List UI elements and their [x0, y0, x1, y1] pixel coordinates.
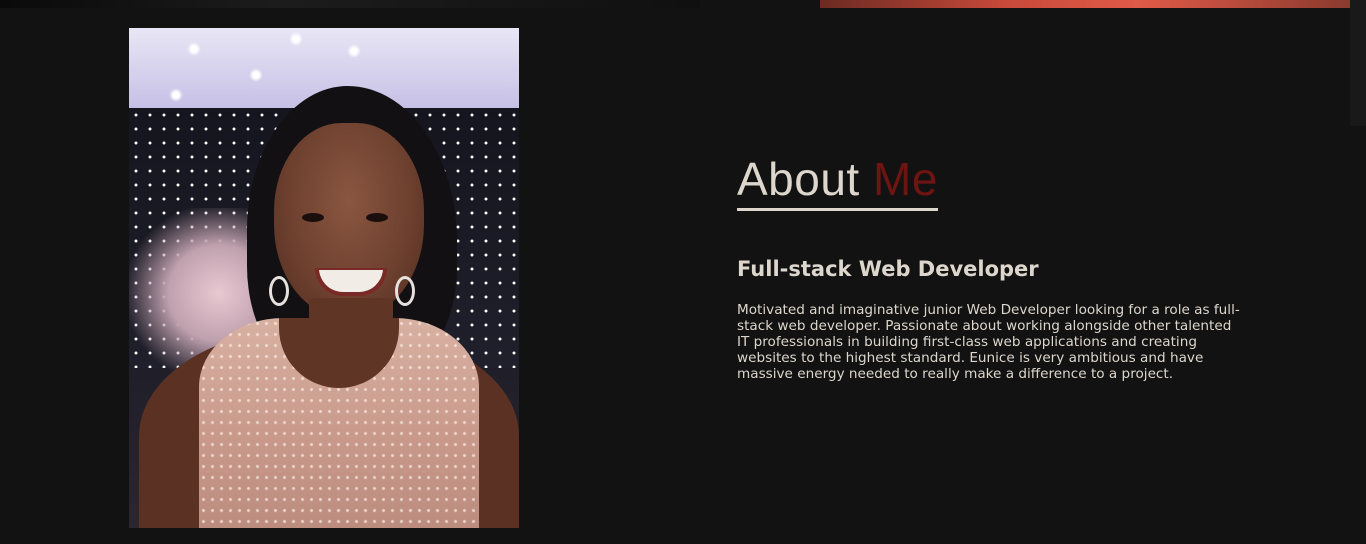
photo-light — [169, 88, 183, 102]
photo-light — [289, 32, 303, 46]
photo-earring — [269, 276, 289, 306]
photo-eye — [366, 213, 388, 222]
about-title: About Me — [737, 150, 938, 211]
about-title-accent: Me — [873, 153, 938, 205]
previous-section-image-edge — [820, 0, 1350, 8]
photo-light — [187, 42, 201, 56]
profile-photo — [129, 28, 519, 528]
role-title: Full-stack Web Developer — [737, 257, 1039, 281]
about-section: About Me Full-stack Web Developer Motiva… — [0, 0, 1366, 544]
photo-light — [249, 68, 263, 82]
previous-section-edge — [0, 0, 700, 8]
bio-text: Motivated and imaginative junior Web Dev… — [737, 302, 1240, 382]
photo-eye — [302, 213, 324, 222]
scrollbar-track[interactable] — [1350, 0, 1366, 126]
photo-earring — [395, 276, 415, 306]
about-title-main: About — [737, 153, 873, 205]
photo-light — [347, 44, 361, 58]
